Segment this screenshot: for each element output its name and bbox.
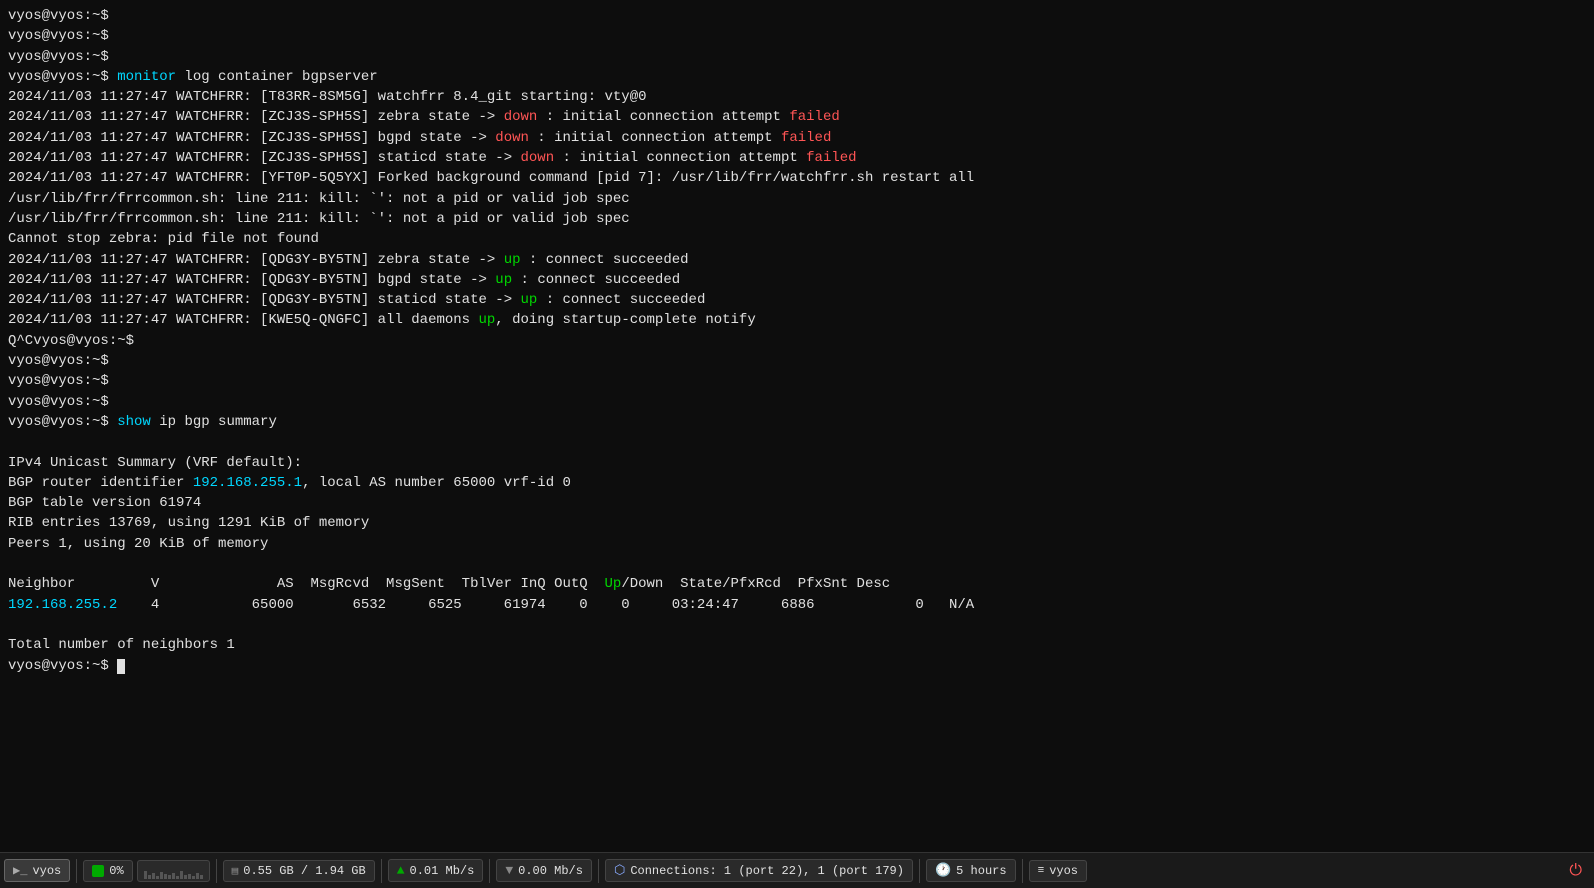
terminal-line: vyos@vyos:~$ [8, 6, 1586, 26]
taskbar-cpu: 0% [83, 860, 132, 882]
terminal-line: /usr/lib/frr/frrcommon.sh: line 211: kil… [8, 209, 1586, 229]
terminal-line: Cannot stop zebra: pid file not found [8, 229, 1586, 249]
terminal-line: 2024/11/03 11:27:47 WATCHFRR: [QDG3Y-BY5… [8, 290, 1586, 310]
terminal-line [8, 615, 1586, 635]
terminal-line: 2024/11/03 11:27:47 WATCHFRR: [YFT0P-5Q5… [8, 168, 1586, 188]
terminal-line [8, 432, 1586, 452]
terminal-line: Peers 1, using 20 KiB of memory [8, 534, 1586, 554]
terminal-line: IPv4 Unicast Summary (VRF default): [8, 453, 1586, 473]
download-icon: ▼ [505, 863, 513, 878]
terminal-line: 2024/11/03 11:27:47 WATCHFRR: [KWE5Q-QNG… [8, 310, 1586, 330]
upload-label: 0.01 Mb/s [410, 864, 475, 878]
taskbar-terminal-label: vyos [32, 864, 61, 878]
terminal-line: vyos@vyos:~$ [8, 47, 1586, 67]
download-label: 0.00 Mb/s [518, 864, 583, 878]
terminal-line: 2024/11/03 11:27:47 WATCHFRR: [ZCJ3S-SPH… [8, 148, 1586, 168]
terminal-line: vyos@vyos:~$ [8, 26, 1586, 46]
clock-icon: 🕐 [935, 863, 951, 878]
terminal-line: Q^Cvyos@vyos:~$ [8, 331, 1586, 351]
terminal-line: 2024/11/03 11:27:47 WATCHFRR: [QDG3Y-BY5… [8, 250, 1586, 270]
terminal-line: 2024/11/03 11:27:47 WATCHFRR: [ZCJ3S-SPH… [8, 107, 1586, 127]
hostname-label: vyos [1049, 864, 1078, 878]
terminal-line: BGP router identifier 192.168.255.1, loc… [8, 473, 1586, 493]
terminal-line: RIB entries 13769, using 1291 KiB of mem… [8, 513, 1586, 533]
upload-icon: ▲ [397, 863, 405, 878]
terminal-line: vyos@vyos:~$ show ip bgp summary [8, 412, 1586, 432]
taskbar-terminal[interactable]: ▶_ vyos [4, 859, 70, 882]
cpu-icon [92, 865, 104, 877]
taskbar-cpu-chart [137, 860, 210, 882]
terminal-line: 2024/11/03 11:27:47 WATCHFRR: [T83RR-8SM… [8, 87, 1586, 107]
terminal-line: vyos@vyos:~$ [8, 351, 1586, 371]
terminal-line: /usr/lib/frr/frrcommon.sh: line 211: kil… [8, 189, 1586, 209]
connection-icon: ⬡ [614, 863, 625, 878]
taskbar-uptime: 🕐 5 hours [926, 859, 1016, 882]
terminal-line: Neighbor V AS MsgRcvd MsgSent TblVer InQ… [8, 574, 1586, 594]
cpu-label: 0% [109, 864, 123, 878]
taskbar-upload: ▲ 0.01 Mb/s [388, 859, 484, 882]
terminal-line: vyos@vyos:~$ [8, 371, 1586, 391]
vyos-icon: ≡ [1038, 865, 1045, 877]
taskbar: ▶_ vyos 0% ▤ 0.55 GB / 1.94 GB ▲ 0.01 Mb/s ▼ 0.0… [0, 852, 1594, 888]
connections-label: Connections: 1 (port 22), 1 (port 179) [630, 864, 904, 878]
terminal-line: vyos@vyos:~$ monitor log container bgpse… [8, 67, 1586, 87]
terminal-line: vyos@vyos:~$ [8, 656, 1586, 676]
taskbar-hostname: ≡ vyos [1029, 860, 1087, 882]
terminal-line: 2024/11/03 11:27:47 WATCHFRR: [ZCJ3S-SPH… [8, 128, 1586, 148]
power-button[interactable]: ⏻ [1561, 859, 1590, 883]
taskbar-download: ▼ 0.00 Mb/s [496, 859, 592, 882]
memory-icon: ▤ [232, 864, 239, 878]
terminal-icon: ▶_ [13, 863, 27, 878]
terminal-line: Total number of neighbors 1 [8, 635, 1586, 655]
terminal-line [8, 554, 1586, 574]
terminal-line: 192.168.255.2 4 65000 6532 6525 61974 0 … [8, 595, 1586, 615]
memory-label: 0.55 GB / 1.94 GB [243, 864, 365, 878]
taskbar-connections: ⬡ Connections: 1 (port 22), 1 (port 179) [605, 859, 913, 882]
uptime-label: 5 hours [956, 864, 1006, 878]
terminal-line: BGP table version 61974 [8, 493, 1586, 513]
terminal-output: vyos@vyos:~$vyos@vyos:~$vyos@vyos:~$vyos… [0, 0, 1594, 852]
terminal-line: 2024/11/03 11:27:47 WATCHFRR: [QDG3Y-BY5… [8, 270, 1586, 290]
terminal-line: vyos@vyos:~$ [8, 392, 1586, 412]
taskbar-memory: ▤ 0.55 GB / 1.94 GB [223, 860, 375, 882]
